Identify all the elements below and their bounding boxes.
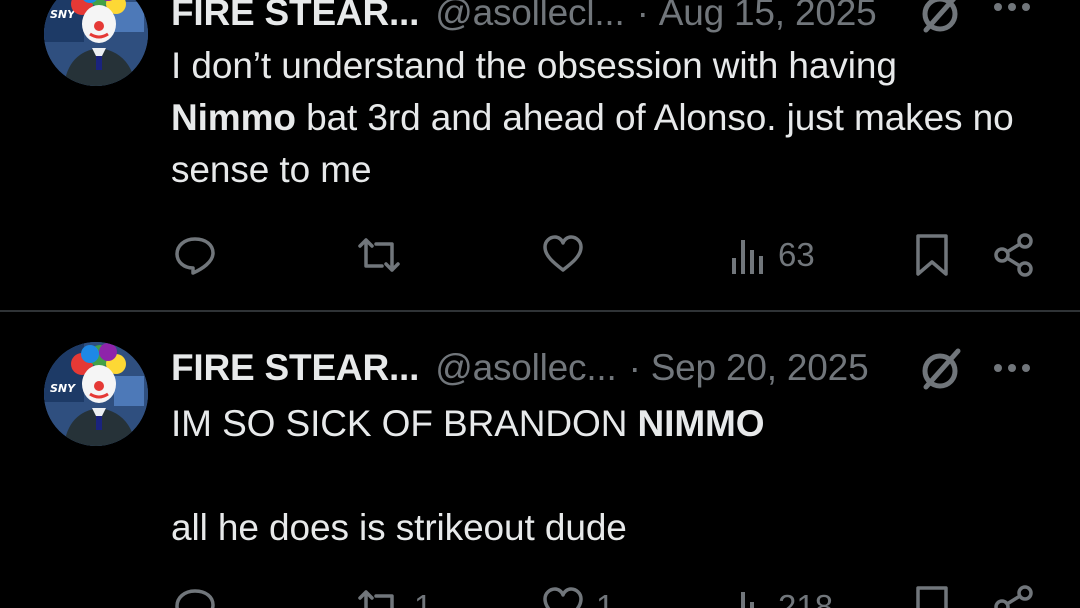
user-handle[interactable]: @asollec... bbox=[435, 347, 617, 389]
svg-text:SNY: SNY bbox=[50, 8, 76, 21]
post-text-segment: IM SO SICK OF BRANDON bbox=[171, 403, 638, 444]
post[interactable]: SNY FIRE STEAR... @asollecl... · Aug 15,… bbox=[0, 0, 1080, 312]
more-dots-icon[interactable] bbox=[990, 0, 1034, 17]
post-text: IM SO SICK OF BRANDON NIMMO all he does … bbox=[171, 398, 1051, 554]
post[interactable]: SNY FIRE STEAR... @asollec... · Sep 20, … bbox=[0, 312, 1080, 608]
views-button[interactable]: 63 bbox=[728, 230, 815, 280]
post-actions: 63 bbox=[0, 230, 1080, 280]
avatar-clown-image: SNY bbox=[44, 342, 148, 446]
grok-icon[interactable] bbox=[916, 345, 964, 393]
bookmark-button[interactable] bbox=[910, 230, 954, 280]
bar-chart-views-icon bbox=[741, 592, 754, 608]
avatar[interactable]: SNY bbox=[44, 0, 148, 86]
post-text: I don’t understand the obsession with ha… bbox=[171, 40, 1051, 196]
post-date[interactable]: Aug 15, 2025 bbox=[659, 0, 877, 34]
display-name[interactable]: FIRE STEAR... bbox=[171, 347, 419, 389]
bar-chart-views-icon bbox=[732, 240, 763, 274]
grok-icon[interactable] bbox=[916, 0, 964, 36]
post-header: FIRE STEAR... @asollecl... · Aug 15, 202… bbox=[171, 0, 877, 36]
post-text-bold: Nimmo bbox=[171, 97, 296, 138]
avatar[interactable]: SNY bbox=[44, 342, 148, 446]
post-text-segment: I don’t understand the obsession with ha… bbox=[171, 45, 897, 86]
share-button[interactable] bbox=[992, 230, 1036, 280]
like-button[interactable] bbox=[540, 230, 596, 280]
bookmark-icon bbox=[916, 234, 948, 276]
header-separator: · bbox=[628, 347, 641, 388]
user-handle[interactable]: @asollecl... bbox=[435, 0, 625, 34]
post-actions: 1 1 218 bbox=[0, 582, 1080, 608]
views-count: 218 bbox=[778, 588, 834, 608]
post-header: FIRE STEAR... @asollec... · Sep 20, 2025 bbox=[171, 345, 869, 391]
reply-bubble-icon bbox=[175, 237, 215, 275]
post-text-line: I don’t understand the obsession with ha… bbox=[171, 40, 1051, 196]
display-name[interactable]: FIRE STEAR... bbox=[171, 0, 419, 34]
post-text-segment: bat 3rd and ahead of Alonso. just makes … bbox=[171, 97, 1014, 190]
avatar-clown-image: SNY bbox=[44, 0, 148, 86]
post-text-line: IM SO SICK OF BRANDON NIMMO bbox=[171, 398, 1051, 450]
header-separator: · bbox=[636, 0, 649, 33]
repost-arrows-icon bbox=[358, 238, 400, 272]
post-text-bold: NIMMO bbox=[637, 403, 765, 444]
repost-arrows-icon bbox=[358, 590, 394, 608]
repost-count: 1 bbox=[414, 588, 433, 608]
reply-button[interactable] bbox=[172, 230, 228, 280]
svg-text:SNY: SNY bbox=[50, 382, 76, 395]
share-nodes-icon bbox=[994, 233, 1033, 277]
share-nodes-icon bbox=[994, 585, 1033, 608]
post-date[interactable]: Sep 20, 2025 bbox=[651, 347, 869, 389]
heart-icon bbox=[543, 587, 583, 608]
repost-button[interactable] bbox=[354, 230, 414, 280]
bookmark-button[interactable] bbox=[910, 582, 954, 608]
reply-bubble-icon bbox=[175, 589, 215, 608]
views-count: 63 bbox=[778, 236, 815, 273]
share-button[interactable] bbox=[992, 582, 1036, 608]
views-button[interactable]: 218 bbox=[728, 582, 833, 608]
more-dots-icon[interactable] bbox=[990, 358, 1034, 378]
timeline-feed: SNY FIRE STEAR... @asollecl... · Aug 15,… bbox=[0, 0, 1080, 608]
post-text-line: all he does is strikeout dude bbox=[171, 507, 627, 548]
repost-button[interactable]: 1 bbox=[354, 582, 432, 608]
heart-icon bbox=[543, 235, 583, 272]
like-button[interactable]: 1 bbox=[540, 582, 614, 608]
bookmark-icon bbox=[916, 586, 948, 608]
reply-button[interactable] bbox=[172, 582, 228, 608]
like-count: 1 bbox=[596, 588, 615, 608]
